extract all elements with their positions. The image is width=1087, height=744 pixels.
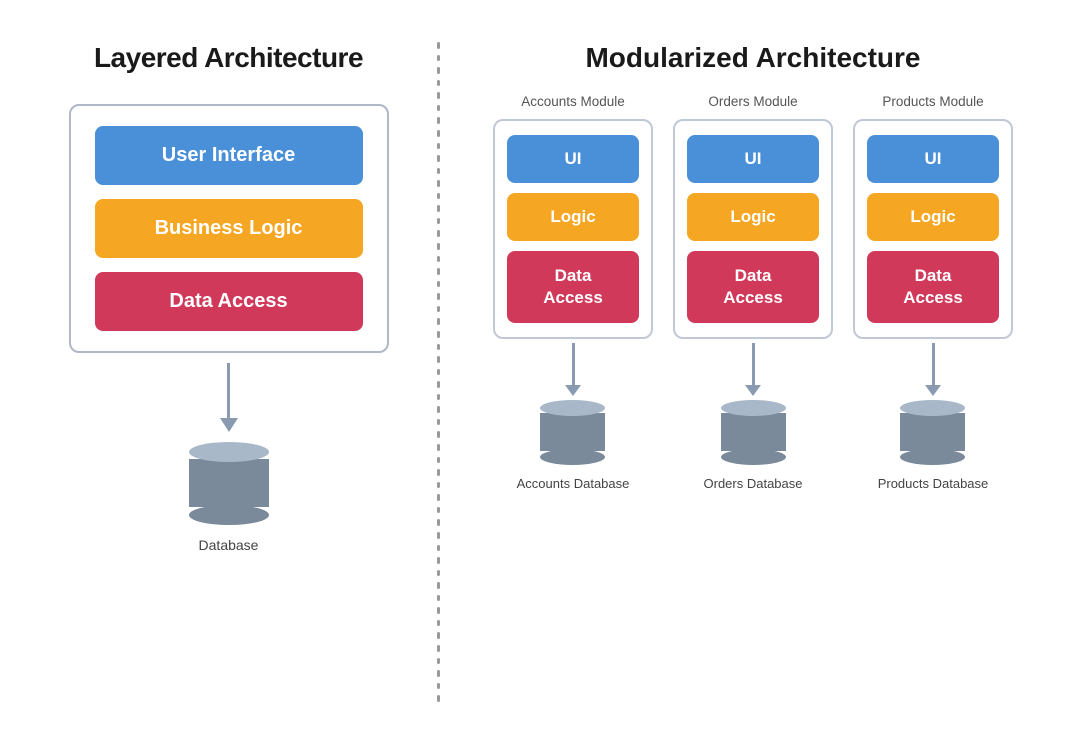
cyl-top — [189, 442, 269, 462]
products-cylinder — [900, 400, 965, 465]
orders-db-label: Orders Database — [704, 476, 803, 491]
left-db-label: Database — [199, 537, 259, 553]
accounts-module-col: Accounts Module UI Logic DataAccess — [493, 94, 653, 491]
products-module-col: Products Module UI Logic DataAccess — [853, 94, 1013, 491]
accounts-module-box: UI Logic DataAccess — [493, 119, 653, 339]
products-ui: UI — [867, 135, 999, 183]
cyl-body — [189, 459, 269, 507]
arrow-head — [220, 418, 238, 432]
left-cylinder — [189, 442, 269, 525]
orders-module-box: UI Logic DataAccess — [673, 119, 833, 339]
accounts-db: Accounts Database — [517, 400, 630, 491]
accounts-ui: UI — [507, 135, 639, 183]
accounts-db-label: Accounts Database — [517, 476, 630, 491]
cyl-bottom — [189, 505, 269, 525]
accounts-arrow — [565, 343, 581, 396]
layered-box: User Interface Business Logic Data Acces… — [69, 104, 389, 353]
accounts-logic: Logic — [507, 193, 639, 241]
layer-data: Data Access — [95, 272, 363, 331]
orders-arrow — [745, 343, 761, 396]
products-arrow — [925, 343, 941, 396]
orders-ui: UI — [687, 135, 819, 183]
products-module-label: Products Module — [882, 94, 983, 109]
divider — [419, 42, 458, 702]
products-db-label: Products Database — [878, 476, 989, 491]
orders-logic: Logic — [687, 193, 819, 241]
products-logic: Logic — [867, 193, 999, 241]
products-module-box: UI Logic DataAccess — [853, 119, 1013, 339]
accounts-module-label: Accounts Module — [521, 94, 625, 109]
right-title: Modularized Architecture — [585, 42, 920, 74]
orders-module-label: Orders Module — [708, 94, 797, 109]
left-arrow — [220, 363, 238, 432]
orders-data: DataAccess — [687, 251, 819, 323]
left-section: Layered Architecture User Interface Busi… — [39, 42, 419, 553]
orders-cylinder — [721, 400, 786, 465]
left-title: Layered Architecture — [94, 42, 363, 74]
diagram-container: Layered Architecture User Interface Busi… — [19, 12, 1069, 732]
arrow-line — [227, 363, 230, 418]
accounts-cylinder — [540, 400, 605, 465]
right-section: Modularized Architecture Accounts Module… — [458, 42, 1049, 491]
products-data: DataAccess — [867, 251, 999, 323]
modules-row: Accounts Module UI Logic DataAccess — [493, 94, 1013, 491]
orders-module-col: Orders Module UI Logic DataAccess — [673, 94, 833, 491]
orders-db: Orders Database — [704, 400, 803, 491]
products-db: Products Database — [878, 400, 989, 491]
accounts-data: DataAccess — [507, 251, 639, 323]
layer-logic: Business Logic — [95, 199, 363, 258]
left-db: Database — [189, 442, 269, 553]
layer-ui: User Interface — [95, 126, 363, 185]
